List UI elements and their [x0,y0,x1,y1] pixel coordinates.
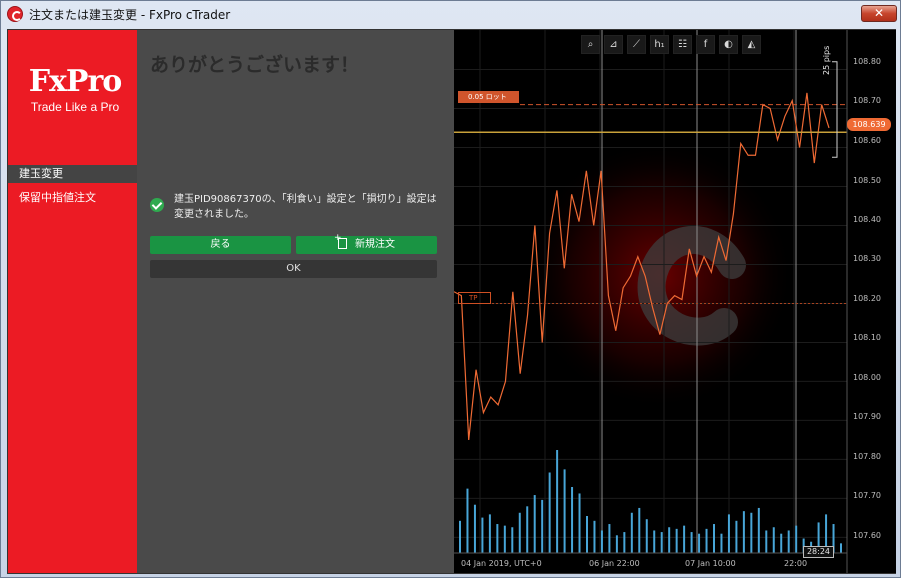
drawing-icon[interactable]: ⊿ [604,35,623,54]
fxpro-logo: FxPro Trade Like a Pro [20,64,130,115]
logo-tagline: Trade Like a Pro [30,100,120,114]
price-tick-label: 108.80 [853,57,881,66]
timeframe-icon[interactable]: h₁ [650,35,669,54]
price-tick-label: 108.00 [853,373,881,382]
pips-distance-label: 25 pips [822,45,831,75]
time-axis-label: 04 Jan 2019, UTC+0 [461,559,542,568]
chart-canvas [454,30,848,573]
sentiment-icon[interactable]: ◐ [719,35,738,54]
ctrader-app-icon [7,6,23,22]
window-title: 注文または建玉変更 - FxPro cTrader [29,8,231,22]
price-tick-label: 108.10 [853,333,881,342]
sidebar-item-modify-position[interactable]: 建玉変更 [8,165,138,183]
mode-icon[interactable]: ◭ [742,35,761,54]
checklist-icon[interactable]: ☷ [673,35,692,54]
price-tick-label: 108.60 [853,136,881,145]
price-tick-label: 108.70 [853,96,881,105]
price-tick-label: 107.90 [853,412,881,421]
time-axis-label: 22:00 [784,559,808,568]
time-axis-label: 06 Jan 22:00 [589,559,640,568]
time-axis-label: 07 Jan 10:00 [685,559,736,568]
price-tick-label: 108.30 [853,254,881,263]
success-check-icon [150,198,164,212]
app-window: 注文または建玉変更 - FxPro cTrader ✕ FxPro Trade … [0,0,901,578]
indicator-icon[interactable]: ⟋ [627,35,646,54]
facebook-icon[interactable]: f [696,35,715,54]
price-axis: 108.80 108.70 108.60 108.50 108.40 108.3… [847,30,896,573]
ok-button[interactable]: OK [150,260,437,278]
zoom-icon[interactable]: ⌕ [581,35,600,54]
sidebar-item-pending-orders[interactable]: 保留中指値注文 [8,189,137,207]
new-order-button[interactable]: 新規注文 [296,234,437,254]
new-order-label: 新規注文 [355,239,395,250]
sidebar: FxPro Trade Like a Pro 建玉変更 保留中指値注文 [8,30,138,573]
price-tick-label: 107.80 [853,452,881,461]
price-tick-label: 107.60 [853,531,881,540]
confirmation-message: 建玉PID90867370の、「利食い」設定と「損切り」設定は変更されました。 [174,194,437,220]
candle-countdown: 28:24 [803,546,834,558]
pips-range-bracket [832,61,838,158]
price-tick-label: 107.70 [853,491,881,500]
price-tick-label: 108.20 [853,294,881,303]
price-tick-label: 108.40 [853,215,881,224]
close-button[interactable]: ✕ [861,5,897,22]
price-chart[interactable]: ⌕ ⊿ ⟋ h₁ ☷ f ◐ ◭ 0.05 ロット TP 25 pips 108… [454,30,896,573]
back-button[interactable]: 戻る [150,236,291,254]
current-price-badge: 108.639 [847,118,891,131]
thank-you-heading: ありがとうございます！ [150,54,360,76]
chart-toolbar: ⌕ ⊿ ⟋ h₁ ☷ f ◐ ◭ [581,35,761,55]
logo-wordmark: FxPro [28,64,123,99]
order-lot-tag[interactable]: 0.05 ロット [458,91,519,103]
confirmation-panel: ありがとうございます！ 建玉PID90867370の、「利食い」設定と「損切り」… [137,30,447,573]
price-tick-label: 108.50 [853,176,881,185]
dialog-client-area: FxPro Trade Like a Pro 建玉変更 保留中指値注文 ありがと… [7,29,896,574]
new-order-icon [334,234,347,249]
take-profit-tag[interactable]: TP [458,292,491,304]
titlebar: 注文または建玉変更 - FxPro cTrader ✕ [1,1,900,27]
